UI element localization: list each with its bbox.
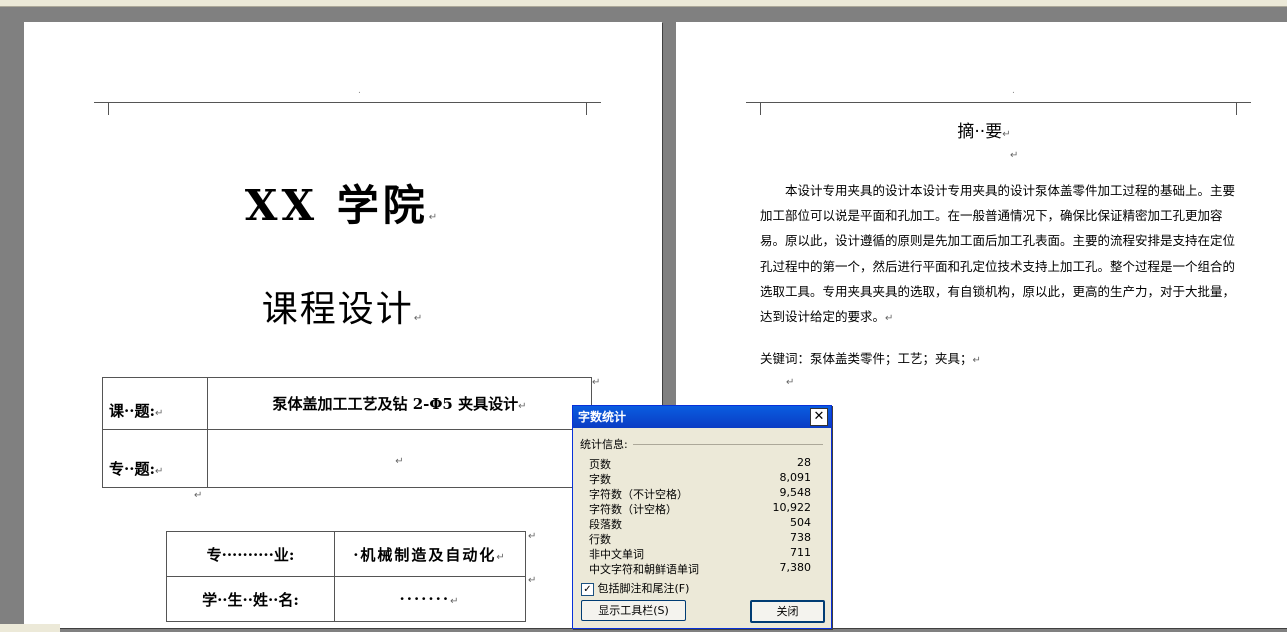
subtopic-label: 专··题:↵ xyxy=(102,429,208,488)
stat-row-chars-with-spaces: 字符数（计空格） 10,922 xyxy=(589,501,811,516)
header-corner-left xyxy=(746,102,761,115)
table-row: 专··········业: ·机械制造及自动化↵ xyxy=(166,531,526,577)
view-buttons-strip[interactable] xyxy=(0,624,60,632)
abstract-body[interactable]: 本设计专用夹具的设计本设计专用夹具的设计泵体盖零件加工过程的基础上。主要加工部位… xyxy=(760,178,1236,331)
course-title: 课程设计↵ xyxy=(261,289,425,330)
dialog-titlebar[interactable]: 字数统计 ✕ xyxy=(573,406,831,428)
stat-row-non-chinese-words: 非中文单词 711 xyxy=(589,546,811,561)
paragraph-mark: ↵ xyxy=(194,490,203,501)
paragraph-mark: ↵ xyxy=(1010,150,1019,161)
include-footnotes-checkbox[interactable]: ✓ 包括脚注和尾注(F) xyxy=(581,580,689,596)
header-corner-right xyxy=(1236,102,1251,115)
include-footnotes-label: 包括脚注和尾注(F) xyxy=(597,582,690,595)
subtopic-value[interactable]: ↵ xyxy=(207,429,592,488)
paragraph-mark: ↵ xyxy=(786,377,795,388)
table-row: 学··生··姓··名: ·······↵ xyxy=(166,576,526,622)
header-mark: . xyxy=(358,86,361,96)
stat-row-lines: 行数 738 xyxy=(589,531,811,546)
stat-row-pages: 页数 28 xyxy=(589,456,811,471)
stat-row-paragraphs: 段落数 504 xyxy=(589,516,811,531)
dialog-title: 字数统计 xyxy=(578,410,627,424)
table-row: 专··题:↵ ↵ xyxy=(102,429,592,488)
topic-label: 课··题:↵ xyxy=(102,377,208,430)
abstract-title: 摘··要↵ xyxy=(957,122,1011,142)
header-corner-left xyxy=(94,102,109,115)
keywords-line[interactable]: 关键词：泵体盖类零件；工艺；夹具；↵ xyxy=(760,348,981,367)
show-toolbar-button[interactable]: 显示工具栏(S) xyxy=(581,600,686,621)
stat-row-chars-no-spaces: 字符数（不计空格） 9,548 xyxy=(589,486,811,501)
major-label: 专··········业: xyxy=(166,531,335,577)
student-info-table: 专··········业: ·机械制造及自动化↵ 学··生··姓··名: ···… xyxy=(166,531,526,622)
word-count-dialog: 字数统计 ✕ 统计信息: 页数 28 字数 8,091 字符数（不计空格） 9,… xyxy=(572,405,832,629)
stat-row-cjk-chars: 中文字符和朝鲜语单词 7,380 xyxy=(589,561,811,576)
header-rule xyxy=(108,102,586,115)
stats-group-label: 统计信息: xyxy=(580,438,628,451)
row-end-mark: ↵ xyxy=(528,531,537,542)
row-end-mark: ↵ xyxy=(592,377,601,388)
student-name-value[interactable]: ·······↵ xyxy=(334,576,526,622)
stat-row-words: 字数 8,091 xyxy=(589,471,811,486)
header-rule xyxy=(760,102,1236,115)
student-name-label: 学··生··姓··名: xyxy=(166,576,335,622)
checkbox-checked-icon[interactable]: ✓ xyxy=(581,582,594,596)
row-end-mark: ↵ xyxy=(528,575,537,586)
close-icon[interactable]: ✕ xyxy=(810,408,828,426)
table-row: 课··题:↵ 泵体盖加工工艺及钻 2-Φ5 夹具设计↵ xyxy=(102,377,592,430)
header-corner-right xyxy=(586,102,601,115)
toolbar-strip xyxy=(0,0,1287,7)
topic-value[interactable]: 泵体盖加工工艺及钻 2-Φ5 夹具设计↵ xyxy=(207,377,592,430)
close-button[interactable]: 关闭 xyxy=(750,600,825,623)
group-divider xyxy=(633,444,823,445)
school-title: XX 学院↵ xyxy=(244,181,442,230)
header-mark: . xyxy=(1012,86,1015,96)
topic-table: 课··题:↵ 泵体盖加工工艺及钻 2-Φ5 夹具设计↵ 专··题:↵ ↵ xyxy=(102,377,592,488)
major-value[interactable]: ·机械制造及自动化↵ xyxy=(334,531,526,577)
document-page-cover[interactable]: . XX 学院↵ 课程设计↵ 课··题:↵ 泵体盖加工工艺及钻 2-Φ5 夹具设… xyxy=(24,22,662,628)
